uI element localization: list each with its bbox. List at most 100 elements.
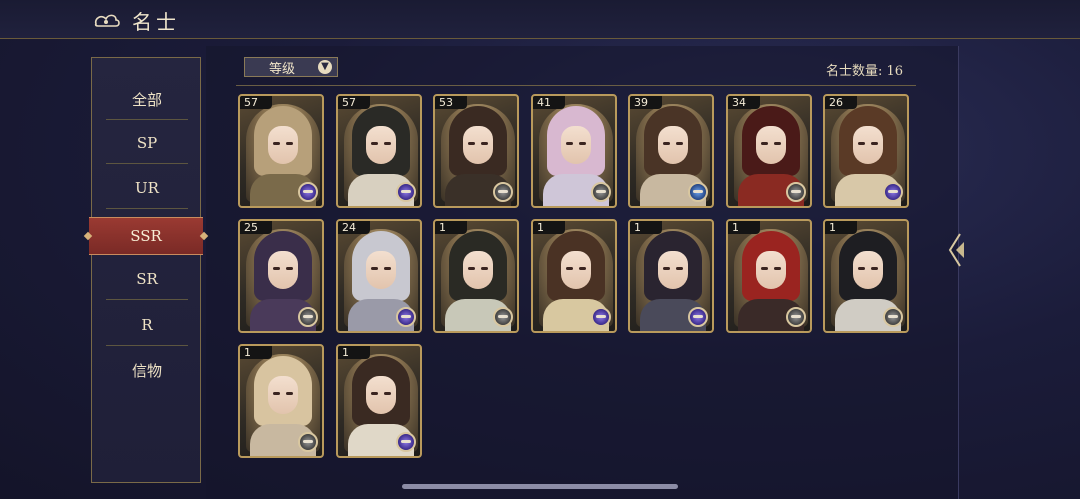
- gray-badge-icon: [298, 307, 318, 327]
- character-card[interactable]: 57: [336, 94, 422, 208]
- level-badge: 24: [338, 221, 370, 234]
- character-card[interactable]: 1: [726, 219, 812, 333]
- gray-badge-icon: [786, 182, 806, 202]
- chevron-left-icon[interactable]: [946, 232, 968, 268]
- sidebar-item-ur[interactable]: UR: [104, 173, 190, 203]
- portrait-face: [268, 126, 298, 164]
- gray-badge-icon: [883, 307, 903, 327]
- portrait-eye: [566, 142, 573, 145]
- sidebar-item-tokens[interactable]: 信物: [104, 355, 190, 385]
- portrait-eye: [579, 142, 586, 145]
- level-badge: 1: [728, 221, 760, 234]
- portrait-face: [756, 126, 786, 164]
- home-indicator: [402, 484, 678, 489]
- sidebar-item-label: SSR: [130, 227, 162, 245]
- level-badge: 57: [338, 96, 370, 109]
- level-badge: 1: [338, 346, 370, 359]
- sidebar-item-sp[interactable]: SP: [104, 128, 190, 158]
- character-card[interactable]: 1: [433, 219, 519, 333]
- portrait-eye: [371, 392, 378, 395]
- character-card[interactable]: 1: [336, 344, 422, 458]
- portrait-face: [366, 376, 396, 414]
- purple-badge-icon: [396, 182, 416, 202]
- level-badge: 57: [240, 96, 272, 109]
- page-title: 名士: [132, 10, 180, 34]
- level-badge: 41: [533, 96, 565, 109]
- portrait-face: [756, 251, 786, 289]
- sort-dropdown[interactable]: 等级 ▼: [244, 57, 338, 77]
- character-card[interactable]: 24: [336, 219, 422, 333]
- character-card[interactable]: 1: [628, 219, 714, 333]
- portrait-eye: [871, 142, 878, 145]
- level-badge: 1: [435, 221, 467, 234]
- portrait-eye: [273, 392, 280, 395]
- sidebar-item-all[interactable]: 全部: [104, 84, 190, 114]
- divider: [106, 119, 188, 120]
- top-bar: 名士: [0, 0, 1080, 39]
- divider: [106, 208, 188, 209]
- gray-badge-icon: [298, 432, 318, 452]
- divider: [106, 163, 188, 164]
- portrait-eye: [384, 392, 391, 395]
- portrait-face: [463, 126, 493, 164]
- divider-line: [236, 85, 916, 86]
- sidebar-item-sr[interactable]: SR: [104, 264, 190, 294]
- portrait-eye: [468, 142, 475, 145]
- portrait-eye: [663, 142, 670, 145]
- portrait-face: [268, 251, 298, 289]
- title-group: 名士: [92, 6, 180, 35]
- level-badge: 1: [630, 221, 662, 234]
- portrait-eye: [676, 142, 683, 145]
- chevron-down-icon: ▼: [318, 60, 332, 74]
- diamond-ornament-icon: [83, 231, 93, 241]
- portrait-eye: [286, 267, 293, 270]
- portrait-eye: [761, 142, 768, 145]
- portrait-eye: [286, 142, 293, 145]
- level-badge: 34: [728, 96, 760, 109]
- gray-badge-icon: [591, 182, 611, 202]
- level-badge: 26: [825, 96, 857, 109]
- portrait-eye: [676, 267, 683, 270]
- divider: [106, 299, 188, 300]
- sidebar-item-ssr[interactable]: SSR: [83, 217, 209, 255]
- purple-badge-icon: [883, 182, 903, 202]
- character-card[interactable]: 25: [238, 219, 324, 333]
- portrait-eye: [774, 142, 781, 145]
- character-card[interactable]: 1: [531, 219, 617, 333]
- level-badge: 39: [630, 96, 662, 109]
- gray-badge-icon: [493, 307, 513, 327]
- portrait-eye: [663, 267, 670, 270]
- gray-badge-icon: [493, 182, 513, 202]
- portrait-face: [853, 126, 883, 164]
- portrait-eye: [371, 142, 378, 145]
- portrait-face: [463, 251, 493, 289]
- character-card[interactable]: 41: [531, 94, 617, 208]
- character-card[interactable]: 26: [823, 94, 909, 208]
- character-card[interactable]: 1: [238, 344, 324, 458]
- portrait-eye: [481, 142, 488, 145]
- portrait-face: [853, 251, 883, 289]
- portrait-face: [366, 126, 396, 164]
- character-card[interactable]: 57: [238, 94, 324, 208]
- character-card[interactable]: 39: [628, 94, 714, 208]
- character-card[interactable]: 1: [823, 219, 909, 333]
- character-card[interactable]: 53: [433, 94, 519, 208]
- rarity-sidebar: 全部 SP UR SR R 信物: [91, 57, 201, 483]
- level-badge: 1: [533, 221, 565, 234]
- level-badge: 25: [240, 221, 272, 234]
- portrait-eye: [273, 142, 280, 145]
- portrait-eye: [871, 267, 878, 270]
- sidebar-item-r[interactable]: R: [104, 310, 190, 340]
- purple-badge-icon: [688, 307, 708, 327]
- cloud-ornament-icon: [94, 14, 120, 27]
- portrait-face: [658, 126, 688, 164]
- portrait-eye: [761, 267, 768, 270]
- portrait-eye: [566, 267, 573, 270]
- portrait-face: [658, 251, 688, 289]
- portrait-eye: [384, 142, 391, 145]
- portrait-eye: [273, 267, 280, 270]
- portrait-eye: [468, 267, 475, 270]
- portrait-face: [366, 251, 396, 289]
- character-card[interactable]: 34: [726, 94, 812, 208]
- portrait-eye: [858, 267, 865, 270]
